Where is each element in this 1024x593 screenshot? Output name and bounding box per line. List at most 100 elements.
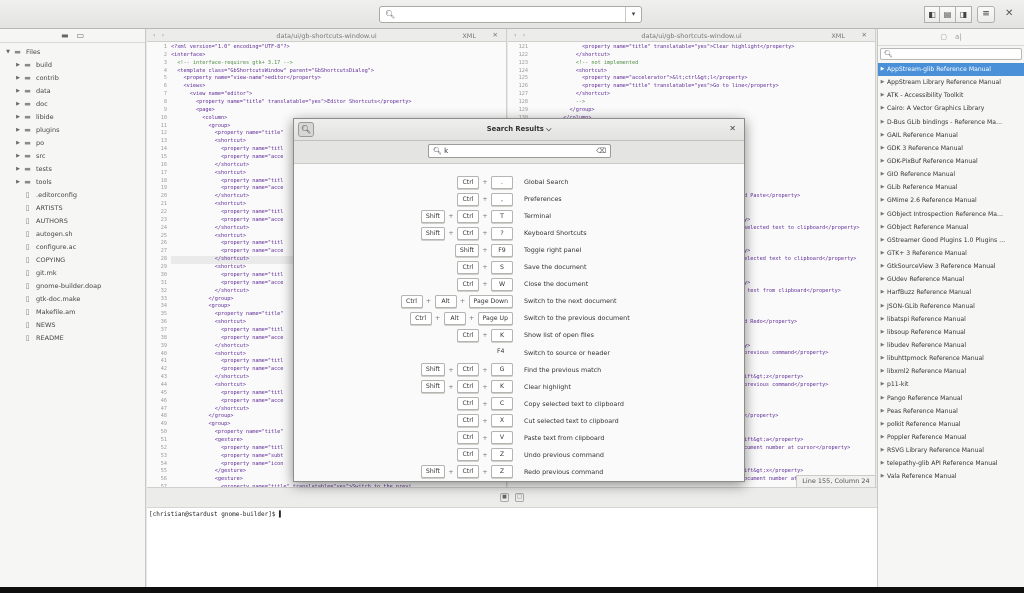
expand-arrow-icon[interactable]: ▶ <box>878 247 887 260</box>
doc-item[interactable]: ▶ GStreamer Good Plugins 1.0 Plugins … <box>878 234 1024 247</box>
tree-file[interactable]: ▯ COPYING <box>0 254 145 267</box>
doc-item[interactable]: ▶ libxml2 Reference Manual <box>878 365 1024 378</box>
doc-item[interactable]: ▶ GTK+ 3 Reference Manual <box>878 247 1024 260</box>
terminal[interactable]: [christian@stardust gnome-builder]$ ▌ <box>147 508 877 521</box>
doc-item[interactable]: ▶ GIO Reference Manual <box>878 168 1024 181</box>
tree-folder[interactable]: ▶ ▬ tools <box>0 176 145 189</box>
expand-arrow-icon[interactable]: ▶ <box>878 300 887 313</box>
tree-file[interactable]: ▯ .editorconfig <box>0 189 145 202</box>
expand-arrow-icon[interactable]: ▶ <box>878 313 887 326</box>
tree-folder[interactable]: ▶ ▬ tests <box>0 163 145 176</box>
doc-item[interactable]: ▶ GAIL Reference Manual <box>878 129 1024 142</box>
toggle-bottom-panel-button[interactable]: ▤ <box>940 6 956 23</box>
window-close-button[interactable]: ✕ <box>1005 8 1013 19</box>
collapsed-arrow-icon[interactable]: ▶ <box>14 137 22 150</box>
global-search-combo[interactable]: 🔍︎ ▾ <box>379 6 642 23</box>
collapsed-arrow-icon[interactable]: ▶ <box>14 85 22 98</box>
doc-item[interactable]: ▶ GDK-PixBuf Reference Manual <box>878 155 1024 168</box>
shortcut-row[interactable]: Shift + Ctrl +? Keyboard Shortcuts <box>294 226 744 240</box>
shortcut-row[interactable]: Shift + Ctrl + Z Redo previous command <box>294 465 744 479</box>
expand-arrow-icon[interactable]: ▶ <box>878 168 887 181</box>
source-view[interactable]: 121122123124125126127128129130 <property… <box>508 42 875 482</box>
expand-arrow-icon[interactable]: ▶ <box>878 431 887 444</box>
folder-icon[interactable]: ▬ <box>61 31 69 42</box>
collapsed-arrow-icon[interactable]: ▶ <box>14 163 22 176</box>
tree-file[interactable]: ▯ ARTISTS <box>0 202 145 215</box>
expand-arrow-icon[interactable]: ▶ <box>878 155 887 168</box>
tree-folder[interactable]: ▶ ▬ data <box>0 85 145 98</box>
shortcut-row[interactable]: Shift + Ctrl + G Find the previous match <box>294 363 744 377</box>
tree-file[interactable]: ▯ git.mk <box>0 267 145 280</box>
tree-file[interactable]: ▯ autogen.sh <box>0 228 145 241</box>
tree-file[interactable]: ▯ NEWS <box>0 319 145 332</box>
expand-arrow-icon[interactable]: ▶ <box>878 194 887 207</box>
doc-item[interactable]: ▶ GtkSourceView 3 Reference Manual <box>878 260 1024 273</box>
shortcut-row[interactable]: Ctrl + Alt + Page Down Switch to the next doc… <box>294 294 744 308</box>
monitor-icon[interactable]: ▭ <box>77 31 85 42</box>
doc-item[interactable]: ▶ D-Bus GLib bindings - Reference Ma… <box>878 116 1024 129</box>
expand-arrow-icon[interactable]: ▶ <box>878 260 887 273</box>
doc-item[interactable]: ▶ GObject Reference Manual <box>878 221 1024 234</box>
tree-file[interactable]: ▯ configure.ac <box>0 241 145 254</box>
expand-arrow-icon[interactable]: ▶ <box>878 378 887 391</box>
doc-item[interactable]: ▶ libudev Reference Manual <box>878 339 1024 352</box>
expand-arrow-icon[interactable]: ▶ <box>878 352 887 365</box>
doc-item[interactable]: ▶ HarfBuzz Reference Manual <box>878 286 1024 299</box>
expand-arrow-icon[interactable]: ▶ <box>878 208 887 221</box>
build-log-tab-icon[interactable]: □ <box>515 493 524 502</box>
expand-arrow-icon[interactable]: ▶ <box>878 365 887 378</box>
shortcut-row[interactable]: Ctrl + Alt + Page Up Switch to the previous d… <box>294 311 744 325</box>
tree-folder[interactable]: ▶ ▬ contrib <box>0 72 145 85</box>
expand-arrow-icon[interactable]: ▶ <box>878 129 887 142</box>
shortcut-row[interactable]: Ctrl + S Save the document <box>294 260 744 274</box>
collapsed-arrow-icon[interactable]: ▶ <box>14 124 22 137</box>
expand-arrow-icon[interactable]: ▶ <box>878 116 887 129</box>
expand-arrow-icon[interactable]: ▶ <box>878 63 887 76</box>
language-label[interactable]: XML <box>831 32 845 40</box>
expand-arrow-icon[interactable]: ▶ <box>878 286 887 299</box>
doc-item[interactable]: ▶ GUdev Reference Manual <box>878 273 1024 286</box>
tree-file[interactable]: ▯ README <box>0 332 145 345</box>
source-text[interactable]: <property name="title" translatable="yes… <box>532 44 875 482</box>
shortcut-search-input[interactable]: 🔍︎ k ⌫ <box>428 144 611 158</box>
tree-folder[interactable]: ▶ ▬ src <box>0 150 145 163</box>
doc-item[interactable]: ▶ AppStream Library Reference Manual <box>878 76 1024 89</box>
tree-folder[interactable]: ▶ ▬ plugins <box>0 124 145 137</box>
shortcut-row[interactable]: F4 Switch to source or header <box>294 346 744 360</box>
expand-arrow-icon[interactable]: ▶ <box>878 405 887 418</box>
terminal-tab-icon[interactable]: ■ <box>500 493 509 502</box>
doc-item[interactable]: ▶ Cairo: A Vector Graphics Library <box>878 102 1024 115</box>
doc-item[interactable]: ▶ GMime 2.6 Reference Manual <box>878 194 1024 207</box>
expand-arrow-icon[interactable]: ▶ <box>878 392 887 405</box>
language-label[interactable]: XML <box>462 32 476 40</box>
tree-file[interactable]: ▯ AUTHORS <box>0 215 145 228</box>
symbols-icon[interactable]: a| <box>955 33 962 41</box>
doc-item[interactable]: ▶ ATK - Accessibility Toolkit <box>878 89 1024 102</box>
expand-arrow-icon[interactable]: ▶ <box>878 76 887 89</box>
documentation-search-input[interactable]: 🔍︎ <box>880 48 1022 60</box>
shortcut-row[interactable]: Ctrl + X Cut selected text to clipboard <box>294 414 744 428</box>
expanded-arrow-icon[interactable]: ▼ <box>4 46 12 59</box>
shortcut-row[interactable]: Ctrl +. Global Search <box>294 175 744 189</box>
doc-item[interactable]: ▶ libsoup Reference Manual <box>878 326 1024 339</box>
close-document-icon[interactable]: ✕ <box>862 31 867 39</box>
shortcut-row[interactable]: Ctrl + V Paste text from clipboard <box>294 431 744 445</box>
shortcut-row[interactable]: Ctrl + K Show list of open files <box>294 328 744 342</box>
doc-item[interactable]: ▶ Peas Reference Manual <box>878 405 1024 418</box>
expand-arrow-icon[interactable]: ▶ <box>878 470 887 483</box>
tree-folder[interactable]: ▼ ▬ Files <box>0 46 145 59</box>
shortcut-row[interactable]: Ctrl + C Copy selected text to clipboard <box>294 397 744 411</box>
shortcut-row[interactable]: Ctrl + Z Undo previous command <box>294 448 744 462</box>
shortcut-row[interactable]: Shift + Ctrl + T Terminal <box>294 209 744 223</box>
collapsed-arrow-icon[interactable]: ▶ <box>14 150 22 163</box>
expand-arrow-icon[interactable]: ▶ <box>878 221 887 234</box>
toggle-left-panel-button[interactable]: ◧ <box>924 6 940 23</box>
expand-arrow-icon[interactable]: ▶ <box>878 234 887 247</box>
main-menu-button[interactable]: ≡ <box>977 6 995 23</box>
doc-item[interactable]: ▶ Pango Reference Manual <box>878 392 1024 405</box>
expand-arrow-icon[interactable]: ▶ <box>878 326 887 339</box>
expand-arrow-icon[interactable]: ▶ <box>878 273 887 286</box>
collapsed-arrow-icon[interactable]: ▶ <box>14 59 22 72</box>
shortcut-row[interactable]: Shift + Ctrl + K Clear highlight <box>294 380 744 394</box>
doc-item[interactable]: ▶ AppStream-glib Reference Manual <box>878 63 1024 77</box>
